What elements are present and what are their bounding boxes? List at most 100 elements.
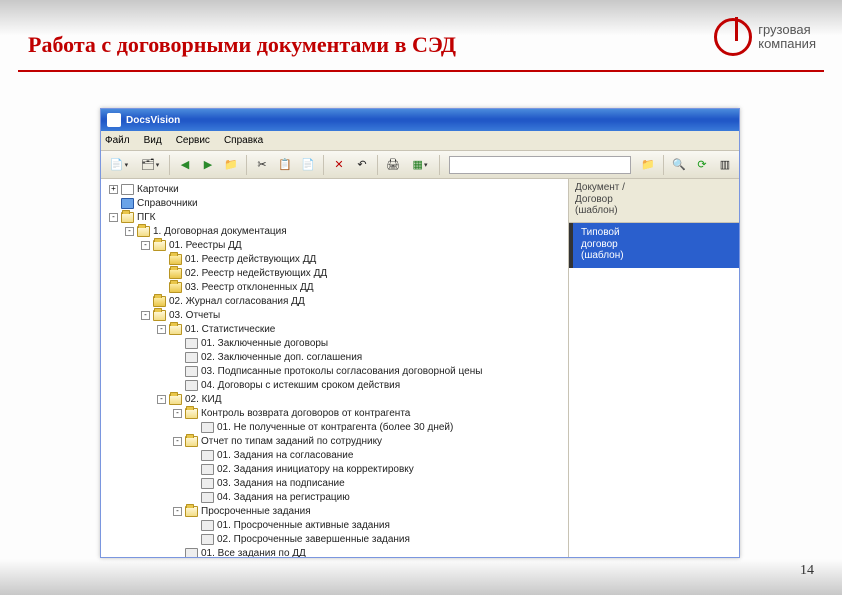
tree-node[interactable]: -01. Реестры ДД <box>103 238 568 252</box>
tb-del[interactable]: ✕ <box>329 155 349 175</box>
tree-node[interactable]: 04. Задания на регистрацию <box>103 490 568 504</box>
rp-h3: (шаблон) <box>575 205 733 217</box>
tree-node[interactable]: - 1. Договорная документация <box>103 224 568 238</box>
collapse-icon[interactable]: - <box>173 507 182 516</box>
sep <box>439 155 440 175</box>
right-panel: Документ / Договор (шаблон) Типовой дого… <box>569 179 739 557</box>
folder-tree[interactable]: +КарточкиСправочники-ПГК-1. Договорная д… <box>101 179 569 557</box>
tree-node[interactable]: 01. Не полученные от контрагента (более … <box>103 420 568 434</box>
tree-node[interactable]: 03. Подписанные протоколы согласования д… <box>103 364 568 378</box>
tb-copy[interactable]: 📋 <box>275 155 295 175</box>
no-expander <box>189 465 198 474</box>
tb-undo[interactable]: ↶ <box>352 155 372 175</box>
tree-node[interactable]: -01. Статистические <box>103 322 568 336</box>
tree-node[interactable]: - Просроченные задания <box>103 504 568 518</box>
tb-refresh[interactable]: ⟳ <box>692 155 712 175</box>
rp-s2: договор <box>581 239 733 251</box>
menu-service[interactable]: Сервис <box>176 135 210 146</box>
tree-node[interactable]: 01. Заключенные договоры <box>103 336 568 350</box>
collapse-icon[interactable]: - <box>109 213 118 222</box>
tb-paste[interactable]: 📄 <box>298 155 318 175</box>
tree-node[interactable]: 01. Все задания по ДД <box>103 546 568 557</box>
report-icon <box>201 450 214 461</box>
collapse-icon[interactable]: - <box>141 311 150 320</box>
no-expander <box>157 255 166 264</box>
tb-new[interactable]: 📄▾ <box>105 155 133 175</box>
tb-fwd[interactable]: ▶ <box>198 155 218 175</box>
address-input[interactable] <box>449 156 631 174</box>
tree-node[interactable]: 03. Задания на подписание <box>103 476 568 490</box>
tree-node[interactable]: 01. Реестр действующих ДД <box>103 252 568 266</box>
tb-card[interactable]: 🗂▾ <box>136 155 164 175</box>
report-icon <box>185 338 198 349</box>
tree-node[interactable]: 02. Заключенные доп. соглашения <box>103 350 568 364</box>
expand-icon[interactable]: + <box>109 185 118 194</box>
menu-file[interactable]: Файл <box>105 135 130 146</box>
tree-node-label: 02. Реестр недействующих ДД <box>185 268 327 279</box>
app-title: DocsVision <box>126 115 180 126</box>
tb-cut[interactable]: ✂ <box>252 155 272 175</box>
slide-title: Работа с договорными документами в СЭД <box>28 32 456 58</box>
rp-h1: Документ / <box>575 182 733 194</box>
tree-node[interactable]: -Контроль возврата договоров от контраге… <box>103 406 568 420</box>
tb-view[interactable]: ▥ <box>715 155 735 175</box>
collapse-icon[interactable]: - <box>141 241 150 250</box>
no-expander <box>173 367 182 376</box>
tb-back[interactable]: ◀ <box>175 155 195 175</box>
brand-logo-icon <box>714 18 752 56</box>
collapse-icon[interactable]: - <box>157 395 166 404</box>
tree-node[interactable]: Справочники <box>103 196 568 210</box>
tree-node[interactable]: -ПГК <box>103 210 568 224</box>
folder-icon <box>153 296 166 307</box>
tb-up[interactable]: 📁 <box>221 155 241 175</box>
folder-icon <box>169 254 182 265</box>
tree-node-label: Просроченные задания <box>201 506 311 517</box>
tb-excel[interactable]: ▦▾ <box>406 155 434 175</box>
no-expander <box>189 521 198 530</box>
collapse-icon[interactable]: - <box>173 409 182 418</box>
sep <box>377 155 378 175</box>
menu-view[interactable]: Вид <box>144 135 162 146</box>
tree-node[interactable]: 02. Задания инициатору на корректировку <box>103 462 568 476</box>
right-panel-header[interactable]: Документ / Договор (шаблон) <box>569 179 739 223</box>
tree-node[interactable]: 01. Просроченные активные задания <box>103 518 568 532</box>
no-expander <box>157 269 166 278</box>
report-icon <box>185 366 198 377</box>
tree-node[interactable]: 04. Договоры с истекшим сроком действия <box>103 378 568 392</box>
tree-node[interactable]: -03. Отчеты <box>103 308 568 322</box>
report-icon <box>185 548 198 558</box>
app-icon <box>107 113 121 127</box>
collapse-icon[interactable]: - <box>157 325 166 334</box>
tree-node-label: 1. Договорная документация <box>153 226 287 237</box>
menu-help[interactable]: Справка <box>224 135 263 146</box>
report-icon <box>185 380 198 391</box>
no-expander <box>173 381 182 390</box>
tree-node[interactable]: 02. Просроченные завершенные задания <box>103 532 568 546</box>
tree-node-label: 02. Журнал согласования ДД <box>169 296 305 307</box>
no-expander <box>173 353 182 362</box>
tree-node[interactable]: 02. Реестр недействующих ДД <box>103 266 568 280</box>
collapse-icon[interactable]: - <box>173 437 182 446</box>
collapse-icon[interactable]: - <box>125 227 134 236</box>
right-panel-selected[interactable]: Типовой договор (шаблон) <box>569 223 739 268</box>
book-icon <box>121 198 134 209</box>
no-expander <box>157 283 166 292</box>
tb-find-folder[interactable]: 📁 <box>638 155 658 175</box>
no-expander <box>189 451 198 460</box>
folder-open-icon <box>137 226 150 237</box>
tree-node[interactable]: - 02. КИД <box>103 392 568 406</box>
tree-node[interactable]: 03. Реестр отклоненных ДД <box>103 280 568 294</box>
tree-node[interactable]: -Отчет по типам заданий по сотруднику <box>103 434 568 448</box>
tb-search[interactable]: 🔍 <box>669 155 689 175</box>
right-panel-blank <box>569 268 739 558</box>
titlebar[interactable]: DocsVision <box>101 109 739 131</box>
report-icon <box>185 352 198 363</box>
tree-node[interactable]: +Карточки <box>103 182 568 196</box>
no-expander <box>109 199 118 208</box>
tb-print[interactable]: 🖨 <box>383 155 403 175</box>
tree-node-label: 02. КИД <box>185 394 221 405</box>
page-number: 14 <box>800 563 814 579</box>
tree-node[interactable]: 02. Журнал согласования ДД <box>103 294 568 308</box>
tree-node[interactable]: 01. Задания на согласование <box>103 448 568 462</box>
no-expander <box>189 535 198 544</box>
